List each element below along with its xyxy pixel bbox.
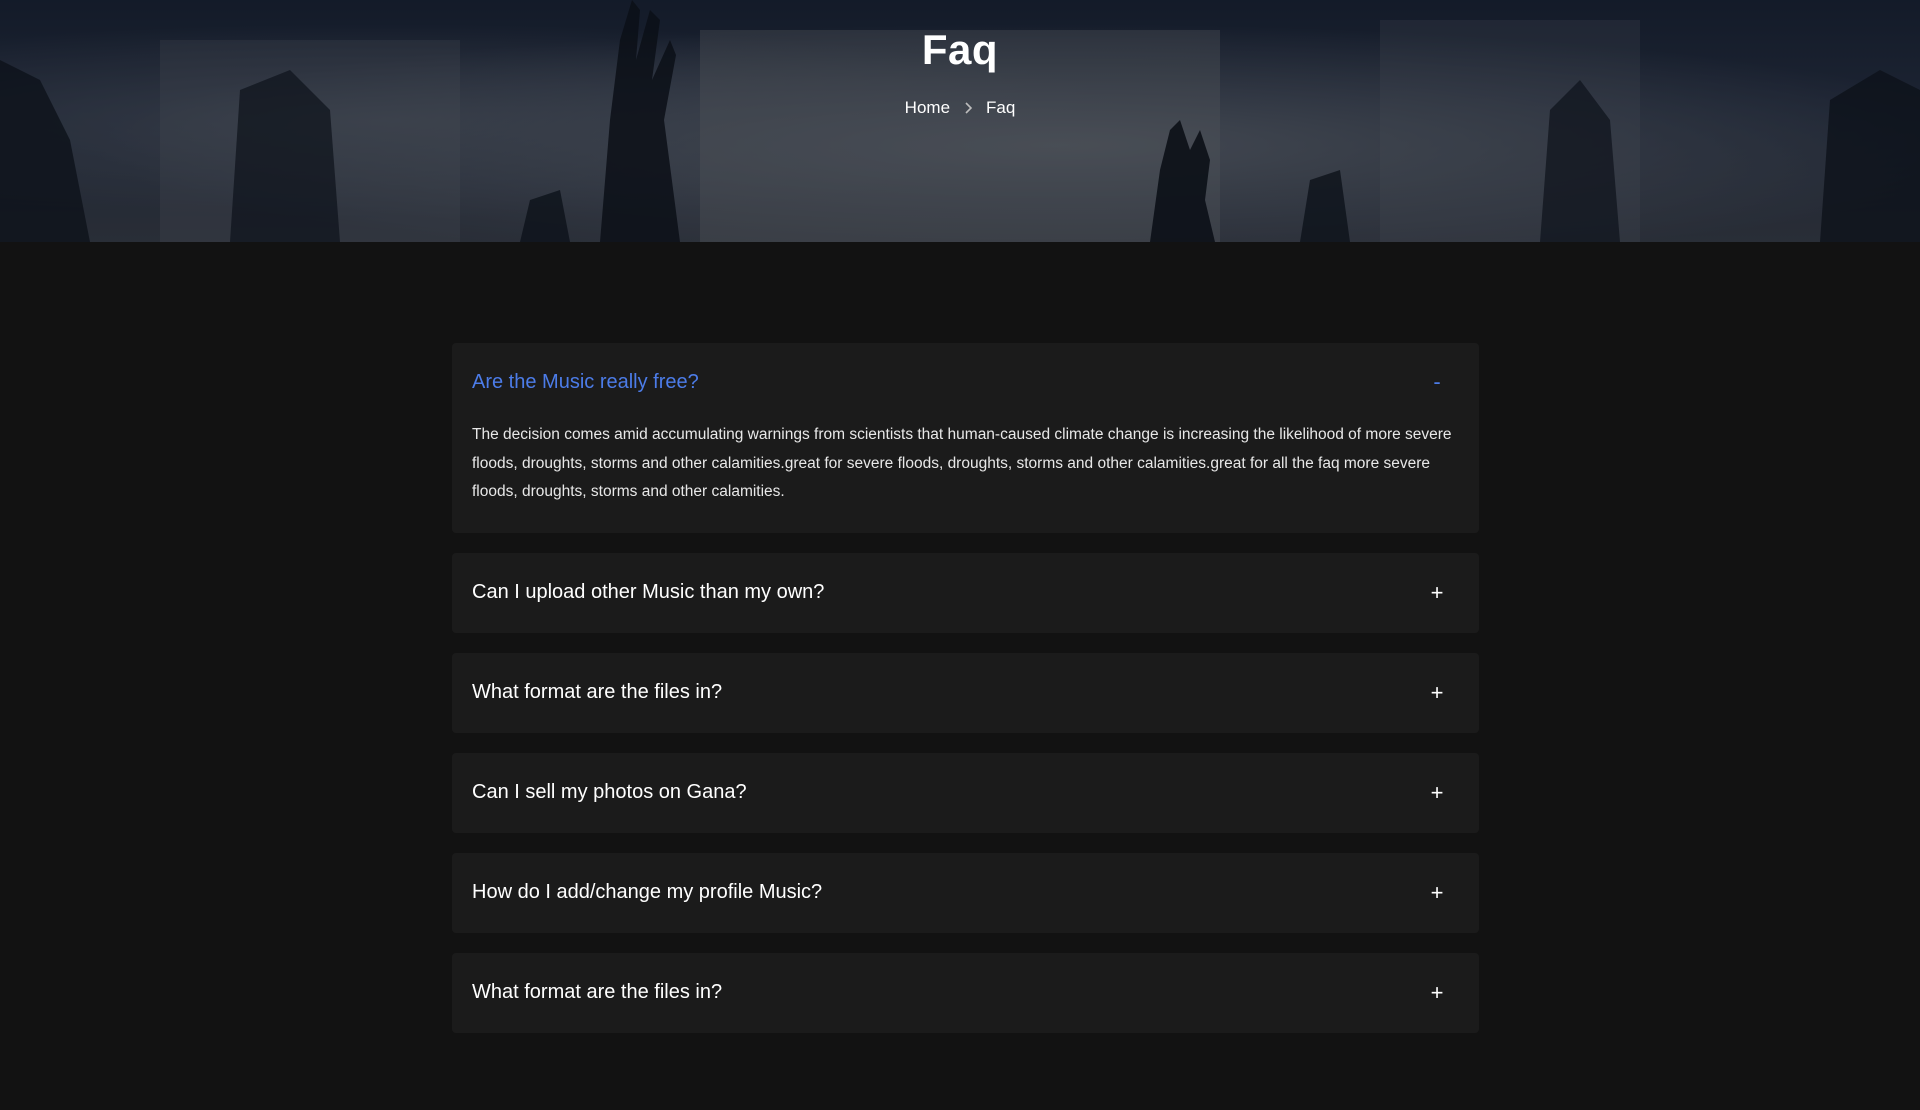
faq-question-header[interactable]: Are the Music really free? -	[452, 343, 1479, 421]
faq-question-header[interactable]: What format are the files in? +	[452, 653, 1479, 733]
expand-icon[interactable]: +	[1425, 781, 1449, 804]
faq-question: How do I add/change my profile Music?	[472, 881, 823, 903]
expand-icon[interactable]: +	[1425, 581, 1449, 604]
faq-question: What format are the files in?	[472, 981, 723, 1003]
faq-question-header[interactable]: Can I sell my photos on Gana? +	[452, 753, 1479, 833]
faq-item: Can I upload other Music than my own? +	[452, 552, 1479, 633]
faq-accordion: Are the Music really free? - The decisio…	[452, 343, 1479, 1053]
faq-answer: The decision comes amid accumulating war…	[472, 426, 1452, 500]
faq-item: What format are the files in? +	[452, 652, 1479, 733]
faq-question: Can I upload other Music than my own?	[472, 581, 825, 603]
expand-icon[interactable]: +	[1425, 981, 1449, 1004]
page-hero: Faq Home Faq	[0, 0, 1920, 242]
hero-content: Faq Home Faq	[0, 0, 1920, 118]
collapse-icon[interactable]: -	[1425, 371, 1449, 393]
faq-item: What format are the files in? +	[452, 952, 1479, 1033]
expand-icon[interactable]: +	[1425, 881, 1449, 904]
expand-icon[interactable]: +	[1425, 681, 1449, 704]
breadcrumb-home-link[interactable]: Home	[905, 98, 950, 118]
faq-question-header[interactable]: What format are the files in? +	[452, 953, 1479, 1033]
breadcrumb: Home Faq	[0, 98, 1920, 118]
faq-question: What format are the files in?	[472, 681, 723, 703]
faq-item: How do I add/change my profile Music? +	[452, 852, 1479, 933]
breadcrumb-current: Faq	[986, 98, 1016, 117]
faq-question: Are the Music really free?	[472, 370, 699, 393]
faq-item: Are the Music really free? - The decisio…	[452, 343, 1479, 533]
faq-item: Can I sell my photos on Gana? +	[452, 752, 1479, 833]
faq-question: Can I sell my photos on Gana?	[472, 781, 747, 803]
chevron-right-icon	[962, 102, 974, 114]
page-title: Faq	[921, 26, 999, 73]
faq-question-header[interactable]: How do I add/change my profile Music? +	[452, 853, 1479, 933]
faq-question-header[interactable]: Can I upload other Music than my own? +	[452, 553, 1479, 633]
